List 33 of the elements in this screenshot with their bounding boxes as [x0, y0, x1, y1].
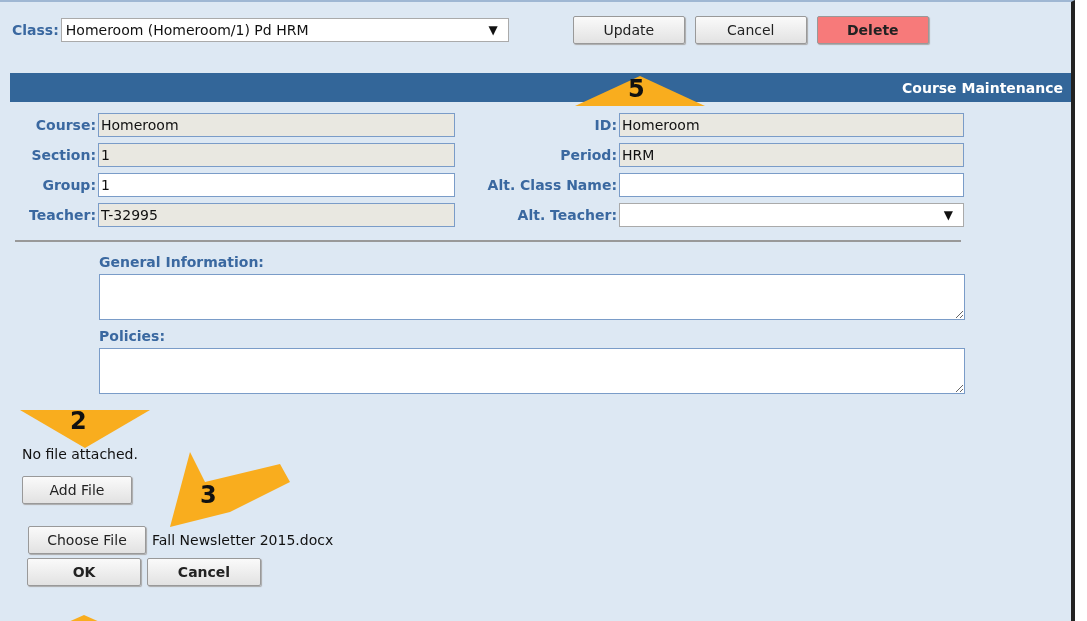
text-area[interactable]: [99, 348, 965, 394]
step-number: 3: [200, 482, 217, 508]
cancel-button[interactable]: Cancel: [147, 558, 261, 586]
delete-button[interactable]: Delete: [816, 16, 929, 44]
field-label: Period:: [559, 147, 617, 163]
text-area[interactable]: [99, 274, 965, 320]
field-label: Alt. Teacher:: [516, 207, 617, 223]
field-label: Course:: [34, 117, 96, 133]
step-number: 2: [70, 408, 87, 434]
attachment-status: No file attached.: [22, 446, 139, 462]
field-label: Group:: [41, 177, 96, 193]
alt-teacher-select[interactable]: ▼: [619, 203, 964, 227]
step-number: 5: [628, 76, 645, 102]
choose-file-button[interactable]: Choose File: [28, 526, 146, 554]
text-field[interactable]: [619, 173, 964, 197]
dropdown-arrow: ▼: [943, 208, 953, 222]
field-label: Teacher:: [28, 207, 96, 223]
text-field[interactable]: 1: [98, 173, 455, 197]
textarea-label: Policies:: [99, 328, 166, 344]
arrow-icon: [575, 76, 705, 106]
file-name: Fall Newsletter 2015.docx: [152, 532, 334, 548]
action-button[interactable]: Update: [572, 16, 685, 44]
banner-title: Course Maintenance: [902, 79, 1063, 96]
add-file-button[interactable]: Add File: [22, 476, 132, 504]
field-label: ID:: [593, 117, 617, 133]
field-label: Alt. Class Name:: [486, 177, 617, 193]
field-label: Section:: [30, 147, 96, 163]
textarea-label: General Information:: [99, 254, 265, 270]
action-button[interactable]: Cancel: [694, 16, 807, 44]
ok-button[interactable]: OK: [27, 558, 141, 586]
arrow-icon: [20, 410, 150, 448]
class-select[interactable]: Homeroom (Homeroom/1) Pd HRM ▼: [60, 18, 509, 42]
class-label: Class:: [12, 22, 59, 38]
